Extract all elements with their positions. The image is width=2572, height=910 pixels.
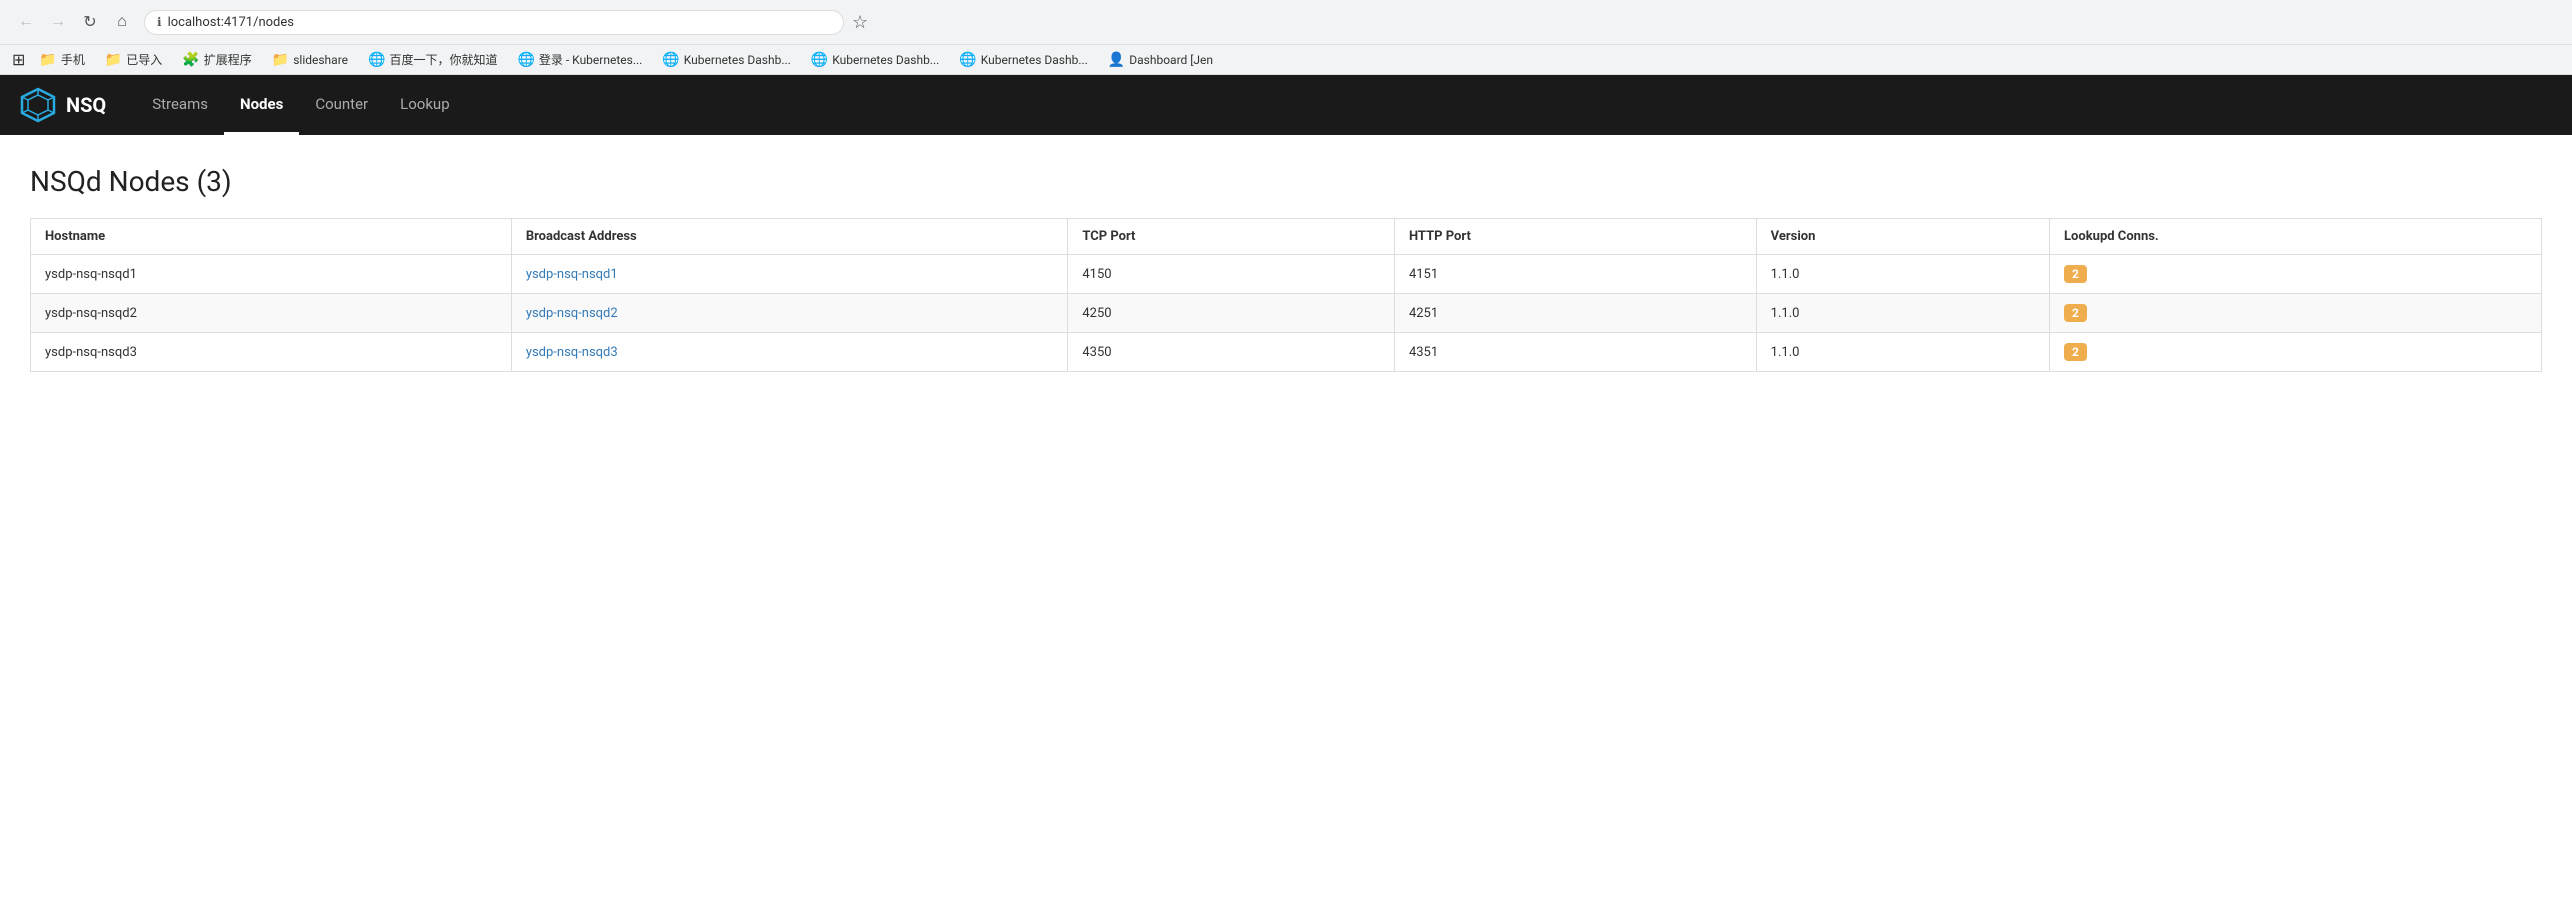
table-body: ysdp-nsq-nsqd1 ysdp-nsq-nsqd1 415041511.1.… <box>31 255 2542 372</box>
bookmark-label-9: Kubernetes Dashb... <box>981 53 1088 67</box>
nav-link-nodes[interactable]: Nodes <box>224 75 299 135</box>
col-lookupd: Lookupd Conns. <box>2050 219 2542 255</box>
puzzle-icon: 🧩 <box>182 52 199 68</box>
cell-http-port: 4151 <box>1394 255 1756 294</box>
nav-buttons: ← → ↻ ⌂ <box>12 8 136 36</box>
cell-hostname: ysdp-nsq-nsqd2 <box>31 294 512 333</box>
nav-link-counter[interactable]: Counter <box>299 75 384 135</box>
browser-chrome: ← → ↻ ⌂ ℹ localhost:4171/nodes ☆ ⊞ 📁 手机 … <box>0 0 2572 75</box>
broadcast-link[interactable]: ysdp-nsq-nsqd1 <box>526 267 618 282</box>
table-row: ysdp-nsq-nsqd2 ysdp-nsq-nsqd2 425042511.1.… <box>31 294 2542 333</box>
col-broadcast: Broadcast Address <box>511 219 1068 255</box>
security-icon: ℹ <box>157 15 162 29</box>
nsq-nav-links: Streams Nodes Counter Lookup <box>136 75 465 135</box>
globe-icon-5: 🌐 <box>959 52 976 68</box>
globe-icon: 🌐 <box>368 52 385 68</box>
bookmark-label-8: Kubernetes Dashb... <box>832 53 939 67</box>
cell-tcp-port: 4150 <box>1068 255 1395 294</box>
nodes-table: Hostname Broadcast Address TCP Port HTTP… <box>30 218 2542 372</box>
nav-link-lookup[interactable]: Lookup <box>384 75 465 135</box>
apps-icon[interactable]: ⊞ <box>12 50 25 69</box>
col-http-port: HTTP Port <box>1394 219 1756 255</box>
bookmark-label-2: 已导入 <box>126 51 162 68</box>
folder-icon-2: 📁 <box>105 52 122 68</box>
nsq-navbar: NSQ Streams Nodes Counter Lookup <box>0 75 2572 135</box>
cell-lookupd-conns: 2 <box>2050 333 2542 372</box>
bookmark-label-5: 百度一下，你就知道 <box>389 51 497 68</box>
bookmark-label-7: Kubernetes Dashb... <box>684 53 791 67</box>
broadcast-link[interactable]: ysdp-nsq-nsqd3 <box>526 345 618 360</box>
col-version: Version <box>1756 219 2049 255</box>
folder-icon: 📁 <box>39 52 56 68</box>
main-content: NSQd Nodes (3) Hostname Broadcast Addres… <box>0 135 2572 402</box>
bookmark-k8s-login[interactable]: 🌐 登录 - Kubernetes... <box>511 49 648 70</box>
table-header: Hostname Broadcast Address TCP Port HTTP… <box>31 219 2542 255</box>
forward-button[interactable]: → <box>44 8 72 36</box>
globe-icon-2: 🌐 <box>517 52 534 68</box>
bookmarks-bar: ⊞ 📁 手机 📁 已导入 🧩 扩展程序 📁 slideshare 🌐 百度一下，… <box>0 44 2572 74</box>
table-header-row: Hostname Broadcast Address TCP Port HTTP… <box>31 219 2542 255</box>
cell-http-port: 4251 <box>1394 294 1756 333</box>
bookmark-label-10: Dashboard [Jen <box>1129 53 1213 67</box>
col-hostname: Hostname <box>31 219 512 255</box>
cell-hostname: ysdp-nsq-nsqd1 <box>31 255 512 294</box>
browser-toolbar: ← → ↻ ⌂ ℹ localhost:4171/nodes ☆ <box>0 0 2572 44</box>
back-button[interactable]: ← <box>12 8 40 36</box>
cell-version: 1.1.0 <box>1756 333 2049 372</box>
table-row: ysdp-nsq-nsqd3 ysdp-nsq-nsqd3 435043511.1.… <box>31 333 2542 372</box>
bookmark-baidu[interactable]: 🌐 百度一下，你就知道 <box>362 49 503 70</box>
bookmark-label-4: slideshare <box>293 53 348 67</box>
globe-icon-4: 🌐 <box>811 52 828 68</box>
cell-version: 1.1.0 <box>1756 294 2049 333</box>
url-display: localhost:4171/nodes <box>168 15 294 30</box>
nsq-logo-icon <box>20 87 56 123</box>
cell-broadcast: ysdp-nsq-nsqd2 <box>511 294 1068 333</box>
broadcast-link[interactable]: ysdp-nsq-nsqd2 <box>526 306 618 321</box>
page-title: NSQd Nodes (3) <box>30 165 2542 198</box>
bookmark-apps[interactable]: 📁 手机 <box>33 49 90 70</box>
col-tcp-port: TCP Port <box>1068 219 1395 255</box>
user-icon: 👤 <box>1108 52 1125 68</box>
bookmark-k8s-dash1[interactable]: 🌐 Kubernetes Dashb... <box>656 50 797 70</box>
home-button[interactable]: ⌂ <box>108 8 136 36</box>
cell-lookupd-conns: 2 <box>2050 255 2542 294</box>
cell-http-port: 4351 <box>1394 333 1756 372</box>
nsq-logo[interactable]: NSQ <box>20 87 106 123</box>
cell-tcp-port: 4250 <box>1068 294 1395 333</box>
globe-icon-3: 🌐 <box>662 52 679 68</box>
bookmark-k8s-dash3[interactable]: 🌐 Kubernetes Dashb... <box>953 50 1094 70</box>
bookmark-label-3: 扩展程序 <box>204 51 252 68</box>
bookmark-imported[interactable]: 📁 已导入 <box>99 49 168 70</box>
nav-link-streams[interactable]: Streams <box>136 75 224 135</box>
lookupd-badge: 2 <box>2064 265 2087 283</box>
cell-tcp-port: 4350 <box>1068 333 1395 372</box>
bookmark-k8s-dash2[interactable]: 🌐 Kubernetes Dashb... <box>805 50 946 70</box>
folder-icon-3: 📁 <box>272 52 289 68</box>
bookmark-slideshare[interactable]: 📁 slideshare <box>266 50 354 70</box>
star-icon[interactable]: ☆ <box>852 12 868 33</box>
address-bar[interactable]: ℹ localhost:4171/nodes <box>144 10 844 35</box>
lookupd-badge: 2 <box>2064 304 2087 322</box>
cell-version: 1.1.0 <box>1756 255 2049 294</box>
cell-broadcast: ysdp-nsq-nsqd3 <box>511 333 1068 372</box>
bookmark-dashboard[interactable]: 👤 Dashboard [Jen <box>1102 50 1219 70</box>
reload-button[interactable]: ↻ <box>76 8 104 36</box>
bookmark-extensions[interactable]: 🧩 扩展程序 <box>176 49 257 70</box>
nsq-logo-text: NSQ <box>66 93 106 117</box>
cell-lookupd-conns: 2 <box>2050 294 2542 333</box>
bookmark-label: 手机 <box>61 51 85 68</box>
bookmark-label-6: 登录 - Kubernetes... <box>539 51 642 68</box>
cell-hostname: ysdp-nsq-nsqd3 <box>31 333 512 372</box>
cell-broadcast: ysdp-nsq-nsqd1 <box>511 255 1068 294</box>
lookupd-badge: 2 <box>2064 343 2087 361</box>
table-row: ysdp-nsq-nsqd1 ysdp-nsq-nsqd1 415041511.1.… <box>31 255 2542 294</box>
